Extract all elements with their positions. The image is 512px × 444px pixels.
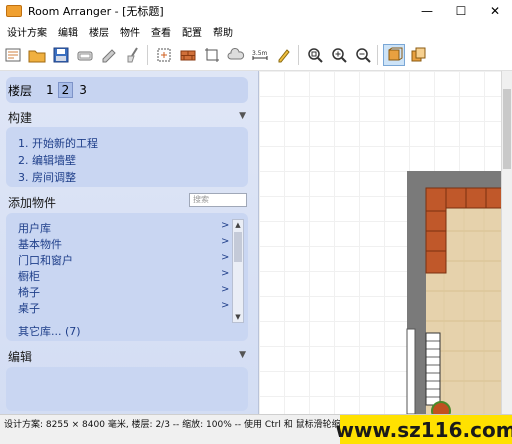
build-walls-link[interactable]: 2. 编辑墙壁	[18, 152, 76, 168]
new-project-icon[interactable]	[2, 44, 24, 66]
edit-pen-icon[interactable]	[273, 44, 295, 66]
search-input[interactable]: 搜索	[189, 193, 247, 207]
measure-label: 3.5m	[252, 50, 268, 57]
build-box: 1. 开始新的工程 2. 编辑墙壁 3. 房间调整	[6, 127, 248, 187]
edit-collapse-icon[interactable]: ▼	[239, 350, 246, 360]
edit-box	[6, 367, 248, 411]
copy-object-icon[interactable]	[407, 44, 429, 66]
library-item[interactable]: 椅子	[18, 284, 218, 300]
open-folder-icon[interactable]	[26, 44, 48, 66]
build-section-title[interactable]: 构建	[8, 109, 32, 126]
stairs[interactable]	[425, 332, 441, 406]
edit-section-title[interactable]: 编辑	[8, 348, 32, 365]
menu-design[interactable]: 设计方案	[3, 24, 51, 39]
minimize-button[interactable]: —	[410, 0, 444, 22]
add-objects-title: 添加物件	[8, 196, 57, 210]
build-collapse-icon[interactable]: ▼	[239, 111, 246, 121]
toolbar: 3.5m	[0, 40, 512, 71]
menu-bar: 设计方案 编辑 楼层 物件 查看 配置 帮助	[0, 22, 512, 40]
menu-objects[interactable]: 物件	[116, 24, 144, 39]
library-list: 用户库 > 基本物件 > 门口和窗户 > 橱柜 > 椅子 > 桌子 > ▲ ▼ …	[6, 213, 248, 341]
floor-label: 楼层	[8, 83, 33, 98]
status-text: 设计方案: 8255 × 8400 毫米, 楼层: 2/3 -- 缩放: 100…	[4, 420, 353, 430]
canvas-scroll-thumb[interactable]	[503, 89, 511, 169]
library-item[interactable]: 门口和窗户	[18, 252, 218, 268]
floor-plan-drawing	[406, 171, 503, 414]
zoom-fit-icon[interactable]	[304, 44, 326, 66]
menu-view[interactable]: 查看	[147, 24, 175, 39]
zoom-out-icon[interactable]	[352, 44, 374, 66]
build-start-link[interactable]: 1. 开始新的工程	[18, 135, 98, 151]
brick-wall-icon[interactable]	[177, 44, 199, 66]
toolbar-separator	[147, 45, 148, 65]
title-bar: Room Arranger - [无标题] — ☐ ✕	[0, 0, 512, 22]
library-item[interactable]: 基本物件	[18, 236, 218, 252]
canvas-vertical-scrollbar[interactable]	[501, 71, 512, 414]
scroll-thumb[interactable]	[234, 232, 242, 262]
chevron-right-icon: >	[221, 284, 230, 295]
chevron-right-icon: >	[221, 252, 230, 263]
window-title: Room Arranger - [无标题]	[28, 5, 164, 18]
status-bar: 设计方案: 8255 × 8400 毫米, 楼层: 2/3 -- 缩放: 100…	[0, 414, 512, 444]
scroll-down-icon[interactable]: ▼	[233, 312, 243, 322]
crop-tool-icon[interactable]	[201, 44, 223, 66]
floor-selector: 楼层 1 2 3	[6, 77, 248, 103]
library-item[interactable]: 桌子	[18, 300, 218, 316]
chevron-right-icon: >	[221, 268, 230, 279]
chevron-right-icon: >	[221, 300, 230, 311]
toolbar-separator	[298, 45, 299, 65]
resize-room-icon[interactable]	[153, 44, 175, 66]
floor-plan-canvas[interactable]	[259, 71, 512, 414]
save-disk-icon[interactable]	[50, 44, 72, 66]
3d-view-icon[interactable]	[383, 44, 405, 66]
menu-edit[interactable]: 编辑	[54, 24, 82, 39]
pencil-tool-icon[interactable]	[98, 44, 120, 66]
menu-help[interactable]: 帮助	[209, 24, 237, 39]
chevron-right-icon: >	[221, 220, 230, 231]
floor-1-button[interactable]: 1	[46, 83, 54, 97]
build-room-link[interactable]: 3. 房间调整	[18, 169, 76, 185]
sofa-icon[interactable]	[74, 44, 96, 66]
scroll-up-icon[interactable]: ▲	[233, 220, 243, 230]
measure-icon[interactable]: 3.5m	[249, 44, 271, 66]
library-item[interactable]: 用户库	[18, 220, 218, 236]
window[interactable]	[406, 328, 416, 414]
chevron-right-icon: >	[221, 236, 230, 247]
close-button[interactable]: ✕	[478, 0, 512, 22]
maximize-button[interactable]: ☐	[444, 0, 478, 22]
cloud-object-icon[interactable]	[225, 44, 247, 66]
app-icon	[6, 5, 22, 17]
broom-tool-icon[interactable]	[122, 44, 144, 66]
left-panel: 楼层 1 2 3 构建 ▼ 1. 开始新的工程 2. 编辑墙壁 3. 房间调整 …	[0, 71, 259, 414]
plant[interactable]	[431, 401, 451, 414]
library-scrollbar[interactable]: ▲ ▼	[232, 219, 244, 323]
menu-floor[interactable]: 楼层	[85, 24, 113, 39]
other-libraries-link[interactable]: 其它库... (7)	[18, 323, 81, 339]
floor-3-button[interactable]: 3	[79, 83, 87, 97]
library-item[interactable]: 橱柜	[18, 268, 218, 284]
toolbar-separator	[377, 45, 378, 65]
floor-2-button[interactable]: 2	[57, 82, 74, 98]
watermark: www.sz116.com	[335, 415, 512, 444]
zoom-in-icon[interactable]	[328, 44, 350, 66]
menu-config[interactable]: 配置	[178, 24, 206, 39]
